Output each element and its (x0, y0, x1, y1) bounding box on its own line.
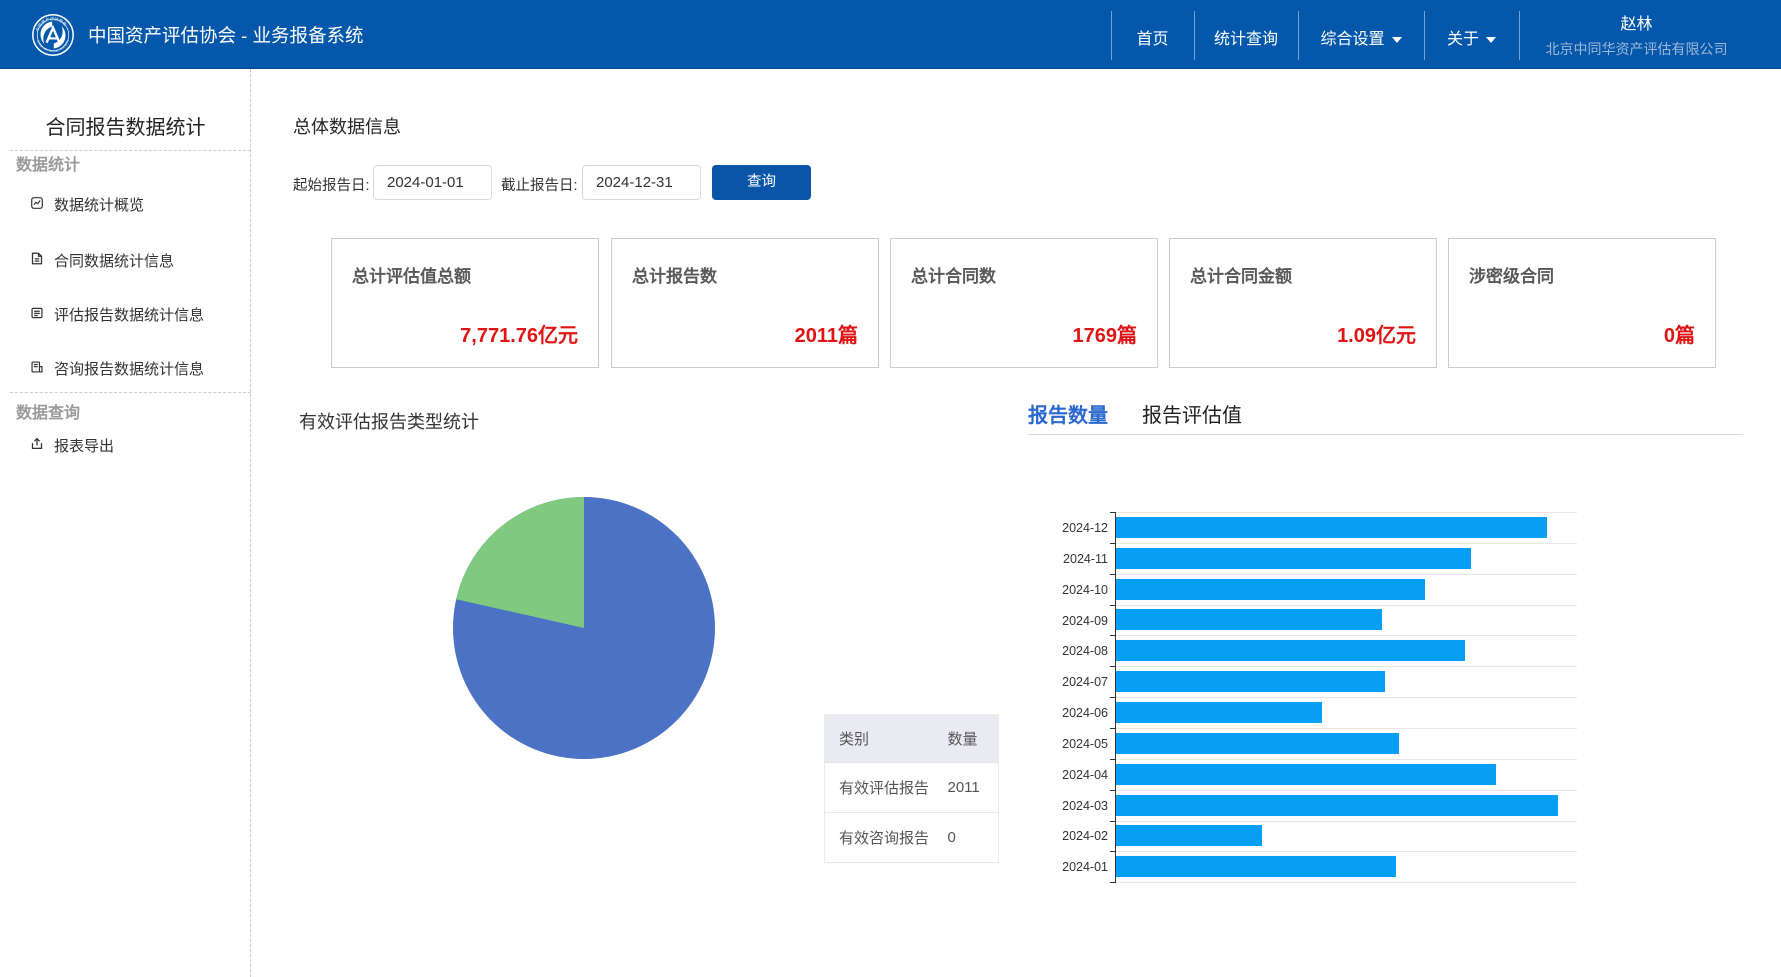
svg-text:2024-08: 2024-08 (1062, 644, 1108, 658)
svg-text:2024-03: 2024-03 (1062, 799, 1108, 813)
svg-text:2024-04: 2024-04 (1062, 768, 1108, 782)
svg-text:2024-11: 2024-11 (1063, 552, 1108, 566)
svg-text:2024-10: 2024-10 (1062, 583, 1108, 597)
svg-text:2024-09: 2024-09 (1062, 614, 1108, 628)
svg-text:2024-12: 2024-12 (1062, 521, 1108, 535)
svg-text:2024-05: 2024-05 (1062, 737, 1108, 751)
svg-text:2024-07: 2024-07 (1062, 675, 1108, 689)
svg-text:2024-06: 2024-06 (1062, 706, 1108, 720)
svg-text:2024-02: 2024-02 (1062, 829, 1108, 843)
svg-text:2024-01: 2024-01 (1062, 860, 1108, 874)
